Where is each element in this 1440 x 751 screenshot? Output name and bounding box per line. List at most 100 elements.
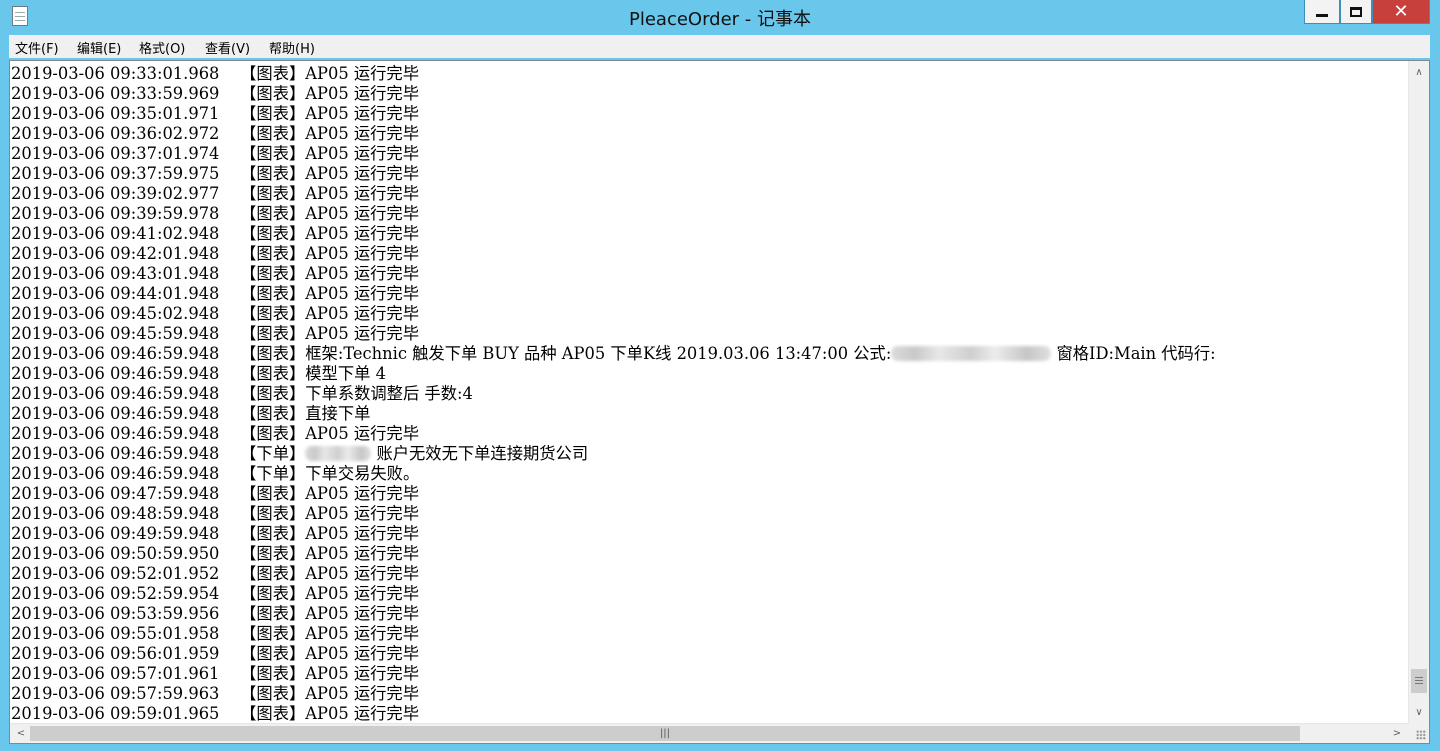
log-tag: 【图表】 xyxy=(240,84,306,103)
log-message: AP05 运行完毕 xyxy=(305,104,419,123)
log-line: 2019-03-06 09:35:01.971 【图表】AP05 运行完毕 xyxy=(11,104,1407,124)
menu-help[interactable]: 帮助(H) xyxy=(269,38,315,57)
size-grip[interactable] xyxy=(1408,723,1429,743)
redacted-text xyxy=(891,346,1052,361)
log-timestamp: 2019-03-06 09:46:59.948 xyxy=(11,384,220,403)
log-message: AP05 运行完毕 xyxy=(305,224,419,243)
log-timestamp: 2019-03-06 09:59:01.965 xyxy=(11,704,220,723)
resize-grip-icon xyxy=(1416,730,1426,740)
log-tag: 【图表】 xyxy=(240,104,306,123)
log-message: 框架:Technic 触发下单 BUY 品种 AP05 下单K线 2019.03… xyxy=(305,344,892,363)
log-timestamp: 2019-03-06 09:46:59.948 xyxy=(11,404,220,423)
log-line: 2019-03-06 09:44:01.948 【图表】AP05 运行完毕 xyxy=(11,284,1407,304)
log-message-tail: 窗格ID:Main 代码行: xyxy=(1051,344,1216,363)
log-tag: 【图表】 xyxy=(240,344,306,363)
log-line: 2019-03-06 09:46:59.948 【图表】直接下单 xyxy=(11,404,1407,424)
log-timestamp: 2019-03-06 09:57:01.961 xyxy=(11,664,220,683)
log-message: AP05 运行完毕 xyxy=(305,164,419,183)
log-line: 2019-03-06 09:59:01.965 【图表】AP05 运行完毕 xyxy=(11,704,1407,724)
title-bar[interactable]: PleaceOrder - 记事本 ✕ xyxy=(0,0,1440,34)
log-tag: 【图表】 xyxy=(240,524,306,543)
vertical-scrollbar[interactable]: ∧ ∨ xyxy=(1408,61,1429,723)
log-message: AP05 运行完毕 xyxy=(305,124,419,143)
log-line: 2019-03-06 09:43:01.948 【图表】AP05 运行完毕 xyxy=(11,264,1407,284)
log-tag: 【图表】 xyxy=(240,704,306,723)
notepad-window: PleaceOrder - 记事本 ✕ 文件(F) 编辑(E) 格式(O) 查看… xyxy=(0,0,1440,751)
horizontal-scroll-thumb[interactable]: ||| xyxy=(30,726,1300,741)
log-message: AP05 运行完毕 xyxy=(305,184,419,203)
log-message: AP05 运行完毕 xyxy=(305,324,419,343)
scroll-right-icon[interactable]: > xyxy=(1388,724,1406,743)
log-timestamp: 2019-03-06 09:43:01.948 xyxy=(11,264,220,283)
log-line: 2019-03-06 09:39:59.978 【图表】AP05 运行完毕 xyxy=(11,204,1407,224)
log-message-tail: 账户无效无下单连接期货公司 xyxy=(371,444,589,463)
log-line: 2019-03-06 09:52:01.952 【图表】AP05 运行完毕 xyxy=(11,564,1407,584)
menu-edit[interactable]: 编辑(E) xyxy=(77,38,121,57)
log-line: 2019-03-06 09:55:01.958 【图表】AP05 运行完毕 xyxy=(11,624,1407,644)
log-timestamp: 2019-03-06 09:37:01.974 xyxy=(11,144,220,163)
log-tag: 【图表】 xyxy=(240,624,306,643)
log-line: 2019-03-06 09:33:01.968 【图表】AP05 运行完毕 xyxy=(11,64,1407,84)
log-tag: 【图表】 xyxy=(240,224,306,243)
scroll-down-icon[interactable]: ∨ xyxy=(1409,703,1429,721)
log-timestamp: 2019-03-06 09:47:59.948 xyxy=(11,484,220,503)
log-tag: 【图表】 xyxy=(240,664,306,683)
log-text-area[interactable]: 2019-03-06 09:33:01.968 【图表】AP05 运行完毕 201… xyxy=(11,64,1407,724)
log-line: 2019-03-06 09:46:59.948 【图表】AP05 运行完毕 xyxy=(11,424,1407,444)
log-timestamp: 2019-03-06 09:52:01.952 xyxy=(11,564,220,583)
log-message: AP05 运行完毕 xyxy=(305,424,419,443)
log-line: 2019-03-06 09:45:59.948 【图表】AP05 运行完毕 xyxy=(11,324,1407,344)
log-message: AP05 运行完毕 xyxy=(305,484,419,503)
log-tag: 【图表】 xyxy=(240,324,306,343)
log-line: 2019-03-06 09:42:01.948 【图表】AP05 运行完毕 xyxy=(11,244,1407,264)
log-message: AP05 运行完毕 xyxy=(305,204,419,223)
menu-format[interactable]: 格式(O) xyxy=(139,38,185,57)
log-line: 2019-03-06 09:49:59.948 【图表】AP05 运行完毕 xyxy=(11,524,1407,544)
log-line: 2019-03-06 09:46:59.948 【图表】模型下单 4 xyxy=(11,364,1407,384)
log-message: AP05 运行完毕 xyxy=(305,544,419,563)
horizontal-scrollbar[interactable]: < ||| > xyxy=(10,723,1408,743)
log-tag: 【图表】 xyxy=(240,124,306,143)
log-tag: 【图表】 xyxy=(240,544,306,563)
log-line: 2019-03-06 09:50:59.950 【图表】AP05 运行完毕 xyxy=(11,544,1407,564)
log-line: 2019-03-06 09:46:59.948 【下单】 账户无效无下单连接期货… xyxy=(11,444,1407,464)
menu-view[interactable]: 查看(V) xyxy=(205,38,250,57)
log-message: AP05 运行完毕 xyxy=(305,64,419,83)
log-message: AP05 运行完毕 xyxy=(305,704,419,723)
log-timestamp: 2019-03-06 09:49:59.948 xyxy=(11,524,220,543)
scroll-grip-icon: ||| xyxy=(659,728,671,739)
log-message: 模型下单 4 xyxy=(305,364,386,383)
close-button[interactable]: ✕ xyxy=(1372,0,1430,24)
log-tag: 【图表】 xyxy=(240,424,306,443)
log-line: 2019-03-06 09:37:01.974 【图表】AP05 运行完毕 xyxy=(11,144,1407,164)
log-tag: 【图表】 xyxy=(240,504,306,523)
log-tag: 【图表】 xyxy=(240,144,306,163)
log-timestamp: 2019-03-06 09:53:59.956 xyxy=(11,604,220,623)
log-line: 2019-03-06 09:57:01.961 【图表】AP05 运行完毕 xyxy=(11,664,1407,684)
log-tag: 【图表】 xyxy=(240,244,306,263)
log-message: AP05 运行完毕 xyxy=(305,264,419,283)
log-timestamp: 2019-03-06 09:55:01.958 xyxy=(11,624,220,643)
maximize-button[interactable] xyxy=(1340,0,1372,24)
log-tag: 【图表】 xyxy=(240,684,306,703)
scroll-up-icon[interactable]: ∧ xyxy=(1409,63,1429,81)
log-tag: 【图表】 xyxy=(240,604,306,623)
log-timestamp: 2019-03-06 09:57:59.963 xyxy=(11,684,220,703)
log-message: AP05 运行完毕 xyxy=(305,84,419,103)
log-tag: 【图表】 xyxy=(240,304,306,323)
log-tag: 【图表】 xyxy=(240,264,306,283)
text-editor[interactable]: 2019-03-06 09:33:01.968 【图表】AP05 运行完毕 201… xyxy=(9,60,1430,744)
log-timestamp: 2019-03-06 09:33:59.969 xyxy=(11,84,220,103)
log-timestamp: 2019-03-06 09:50:59.950 xyxy=(11,544,220,563)
log-tag: 【图表】 xyxy=(240,644,306,663)
log-line: 2019-03-06 09:46:59.948 【图表】下单系数调整后 手数:4 xyxy=(11,384,1407,404)
log-timestamp: 2019-03-06 09:42:01.948 xyxy=(11,244,220,263)
log-tag: 【下单】 xyxy=(240,464,306,483)
log-line: 2019-03-06 09:33:59.969 【图表】AP05 运行完毕 xyxy=(11,84,1407,104)
vertical-scroll-thumb[interactable] xyxy=(1411,669,1427,693)
scroll-left-icon[interactable]: < xyxy=(12,724,30,743)
log-tag: 【图表】 xyxy=(240,284,306,303)
minimize-button[interactable] xyxy=(1304,0,1340,24)
log-timestamp: 2019-03-06 09:44:01.948 xyxy=(11,284,220,303)
menu-file[interactable]: 文件(F) xyxy=(15,38,59,57)
